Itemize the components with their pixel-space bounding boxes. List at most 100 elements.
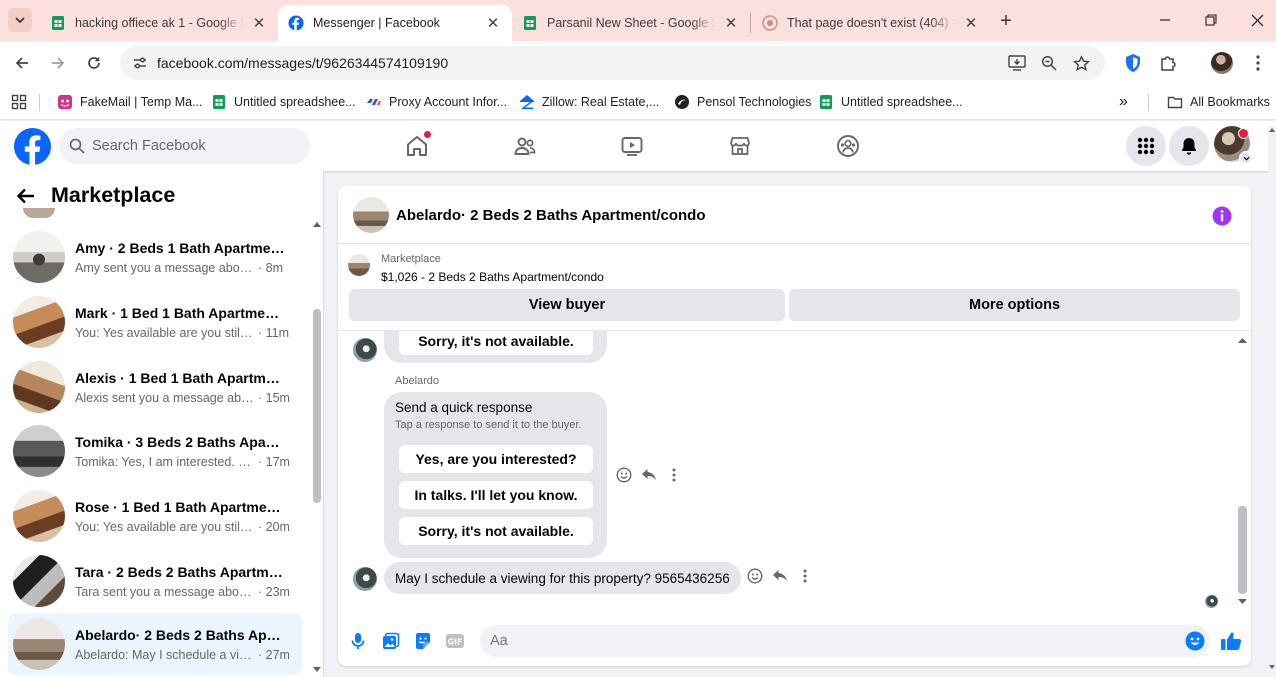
react-button[interactable] [615, 466, 633, 484]
sender-avatar[interactable] [353, 567, 377, 591]
scroll-down-icon[interactable] [313, 667, 321, 673]
close-tab-icon[interactable]: ✕ [250, 14, 268, 32]
shield-extension-icon[interactable] [1122, 52, 1144, 74]
nav-video[interactable] [614, 129, 650, 163]
close-tab-icon[interactable]: ✕ [722, 14, 740, 32]
bookmark-star-icon[interactable] [1070, 52, 1092, 74]
last-message-bubble[interactable]: May I schedule a viewing for this proper… [384, 562, 741, 594]
browser-tab-3[interactable]: Parsanil New Sheet - Google Sheets ✕ [512, 5, 750, 41]
reply-button[interactable] [771, 567, 789, 585]
more-actions-button[interactable] [665, 466, 683, 484]
video-icon [621, 137, 643, 156]
nav-friends[interactable] [507, 129, 543, 163]
quick-reply-option[interactable]: Sorry, it's not available. [399, 517, 593, 545]
bookmark-item[interactable]: FakeMail | Temp Ma... [57, 93, 203, 111]
bookmark-item[interactable]: Pensol Technologies [674, 93, 811, 111]
scroll-up-icon[interactable] [313, 221, 321, 227]
conversation-item[interactable]: Tara · 2 Beds 2 Baths Apartment/condo Ta… [8, 550, 302, 612]
browser-tab-2[interactable]: Messenger | Facebook ✕ [278, 5, 512, 41]
quick-reply-option[interactable]: Sorry, it's not available. [399, 331, 593, 355]
react-button[interactable] [746, 567, 764, 585]
quick-response-bubble-previous: Sorry, it's not available. [384, 331, 607, 363]
nav-marketplace[interactable] [722, 129, 758, 163]
sidebar-scrollbar[interactable] [313, 309, 321, 503]
tab-search-button[interactable] [8, 8, 32, 32]
facebook-logo-icon[interactable] [14, 128, 51, 165]
chat-avatar[interactable] [353, 197, 389, 233]
conversation-item[interactable]: Rose · 1 Bed 1 Bath Apartment/condo You:… [8, 485, 302, 547]
reply-button[interactable] [640, 466, 658, 484]
proxy-icon [367, 99, 381, 105]
bookmark-item[interactable]: Untitled spreadshee... [211, 93, 356, 111]
emoji-button[interactable] [1184, 630, 1206, 652]
scroll-down-icon[interactable] [1238, 599, 1247, 605]
nav-home[interactable] [399, 129, 435, 163]
close-window-button[interactable] [1244, 8, 1270, 32]
site-settings-icon[interactable] [132, 55, 148, 71]
profile-avatar[interactable] [1211, 52, 1233, 74]
extensions-puzzle-icon[interactable] [1157, 52, 1179, 74]
back-arrow-icon[interactable] [16, 186, 36, 206]
apps-grid-button[interactable] [11, 93, 27, 111]
restore-button[interactable] [1198, 8, 1224, 32]
scroll-up-icon[interactable] [1238, 337, 1247, 343]
chevrons-right-icon: » [1119, 93, 1128, 110]
scroll-up-icon[interactable] [1268, 126, 1276, 134]
gif-button[interactable]: GIF [444, 630, 466, 652]
address-bar[interactable]: facebook.com/messages/t/9626344574109190 [120, 46, 1105, 80]
back-button[interactable] [10, 51, 34, 75]
facebook-search-input[interactable]: Search Facebook [59, 128, 310, 164]
listing-summary[interactable]: $1,026 - 2 Beds 2 Baths Apartment/condo [381, 270, 604, 284]
voice-clip-button[interactable] [347, 630, 369, 652]
account-button[interactable] [1214, 126, 1254, 166]
close-tab-icon[interactable]: ✕ [962, 14, 980, 32]
browser-toolbar: facebook.com/messages/t/9626344574109190 [0, 41, 1276, 85]
conversation-info-button[interactable] [1212, 206, 1232, 226]
conversation-item[interactable]: Alexis · 1 Bed 1 Bath Apartment/condo Al… [8, 356, 302, 418]
all-bookmarks-button[interactable]: All Bookmarks [1167, 93, 1270, 111]
new-tab-button[interactable]: + [995, 10, 1017, 32]
nav-groups[interactable] [830, 129, 866, 163]
forward-button[interactable] [46, 51, 70, 75]
conversation-item-selected[interactable]: Abelardo· 2 Beds 2 Baths Apartment/condo… [8, 613, 302, 675]
chat-title[interactable]: Abelardo· 2 Beds 2 Baths Apartment/condo [396, 207, 706, 224]
install-app-icon[interactable] [1006, 52, 1028, 74]
close-icon [1251, 14, 1263, 26]
scroll-down-icon[interactable] [1268, 663, 1276, 671]
browser-tab-4[interactable]: That page doesn't exist (404) - Facebook… [752, 5, 990, 41]
message-scrollbar[interactable] [1238, 506, 1247, 594]
conversation-item[interactable]: Tomika · 3 Beds 2 Baths Apartment/condo … [8, 420, 302, 482]
view-buyer-button[interactable]: View buyer [349, 289, 785, 321]
zoom-icon[interactable] [1038, 52, 1060, 74]
quick-reply-option[interactable]: Yes, are you interested? [399, 445, 593, 473]
message-input[interactable] [480, 625, 1210, 657]
chat-header: Abelardo· 2 Beds 2 Baths Apartment/condo [338, 186, 1251, 244]
attach-media-button[interactable] [380, 630, 402, 652]
like-button[interactable] [1220, 630, 1242, 652]
browser-menu-icon[interactable] [1247, 52, 1269, 74]
minimize-button[interactable] [1152, 8, 1178, 32]
bell-icon [1182, 138, 1196, 155]
browser-tab-1[interactable]: hacking offiece ak 1 - Google Sheets ✕ [40, 5, 278, 41]
bookmark-item[interactable]: Zillow: Real Estate,... [519, 93, 659, 111]
sender-avatar[interactable] [353, 338, 377, 362]
notifications-button[interactable] [1169, 126, 1209, 166]
bookmark-item[interactable]: Untitled spreadshee... [818, 93, 963, 111]
more-options-button[interactable]: More options [789, 289, 1240, 321]
bookmark-item[interactable]: Proxy Account Infor... [366, 93, 507, 111]
reload-button[interactable] [82, 51, 106, 75]
conversation-name: Mark · 1 Bed 1 Bath Apartment/condo [75, 304, 285, 321]
bookmark-label: FakeMail | Temp Ma... [80, 95, 203, 109]
conversation-item[interactable]: Amy · 2 Beds 1 Bath Apartment/condo Amy … [8, 226, 302, 288]
more-bookmarks-button[interactable]: » [1119, 93, 1128, 111]
close-tab-icon[interactable]: ✕ [484, 14, 502, 32]
conversation-item[interactable]: Mark · 1 Bed 1 Bath Apartment/condo You:… [8, 291, 302, 353]
sticker-button[interactable] [412, 630, 434, 652]
chevron-down-icon [1242, 156, 1250, 161]
minimize-icon [1160, 19, 1170, 21]
conversation-time: · 8m [258, 260, 283, 275]
menu-button[interactable] [1126, 126, 1166, 166]
quick-reply-option[interactable]: In talks. I'll let you know. [399, 481, 593, 509]
more-actions-button[interactable] [796, 567, 814, 585]
sheets-icon [524, 16, 536, 30]
